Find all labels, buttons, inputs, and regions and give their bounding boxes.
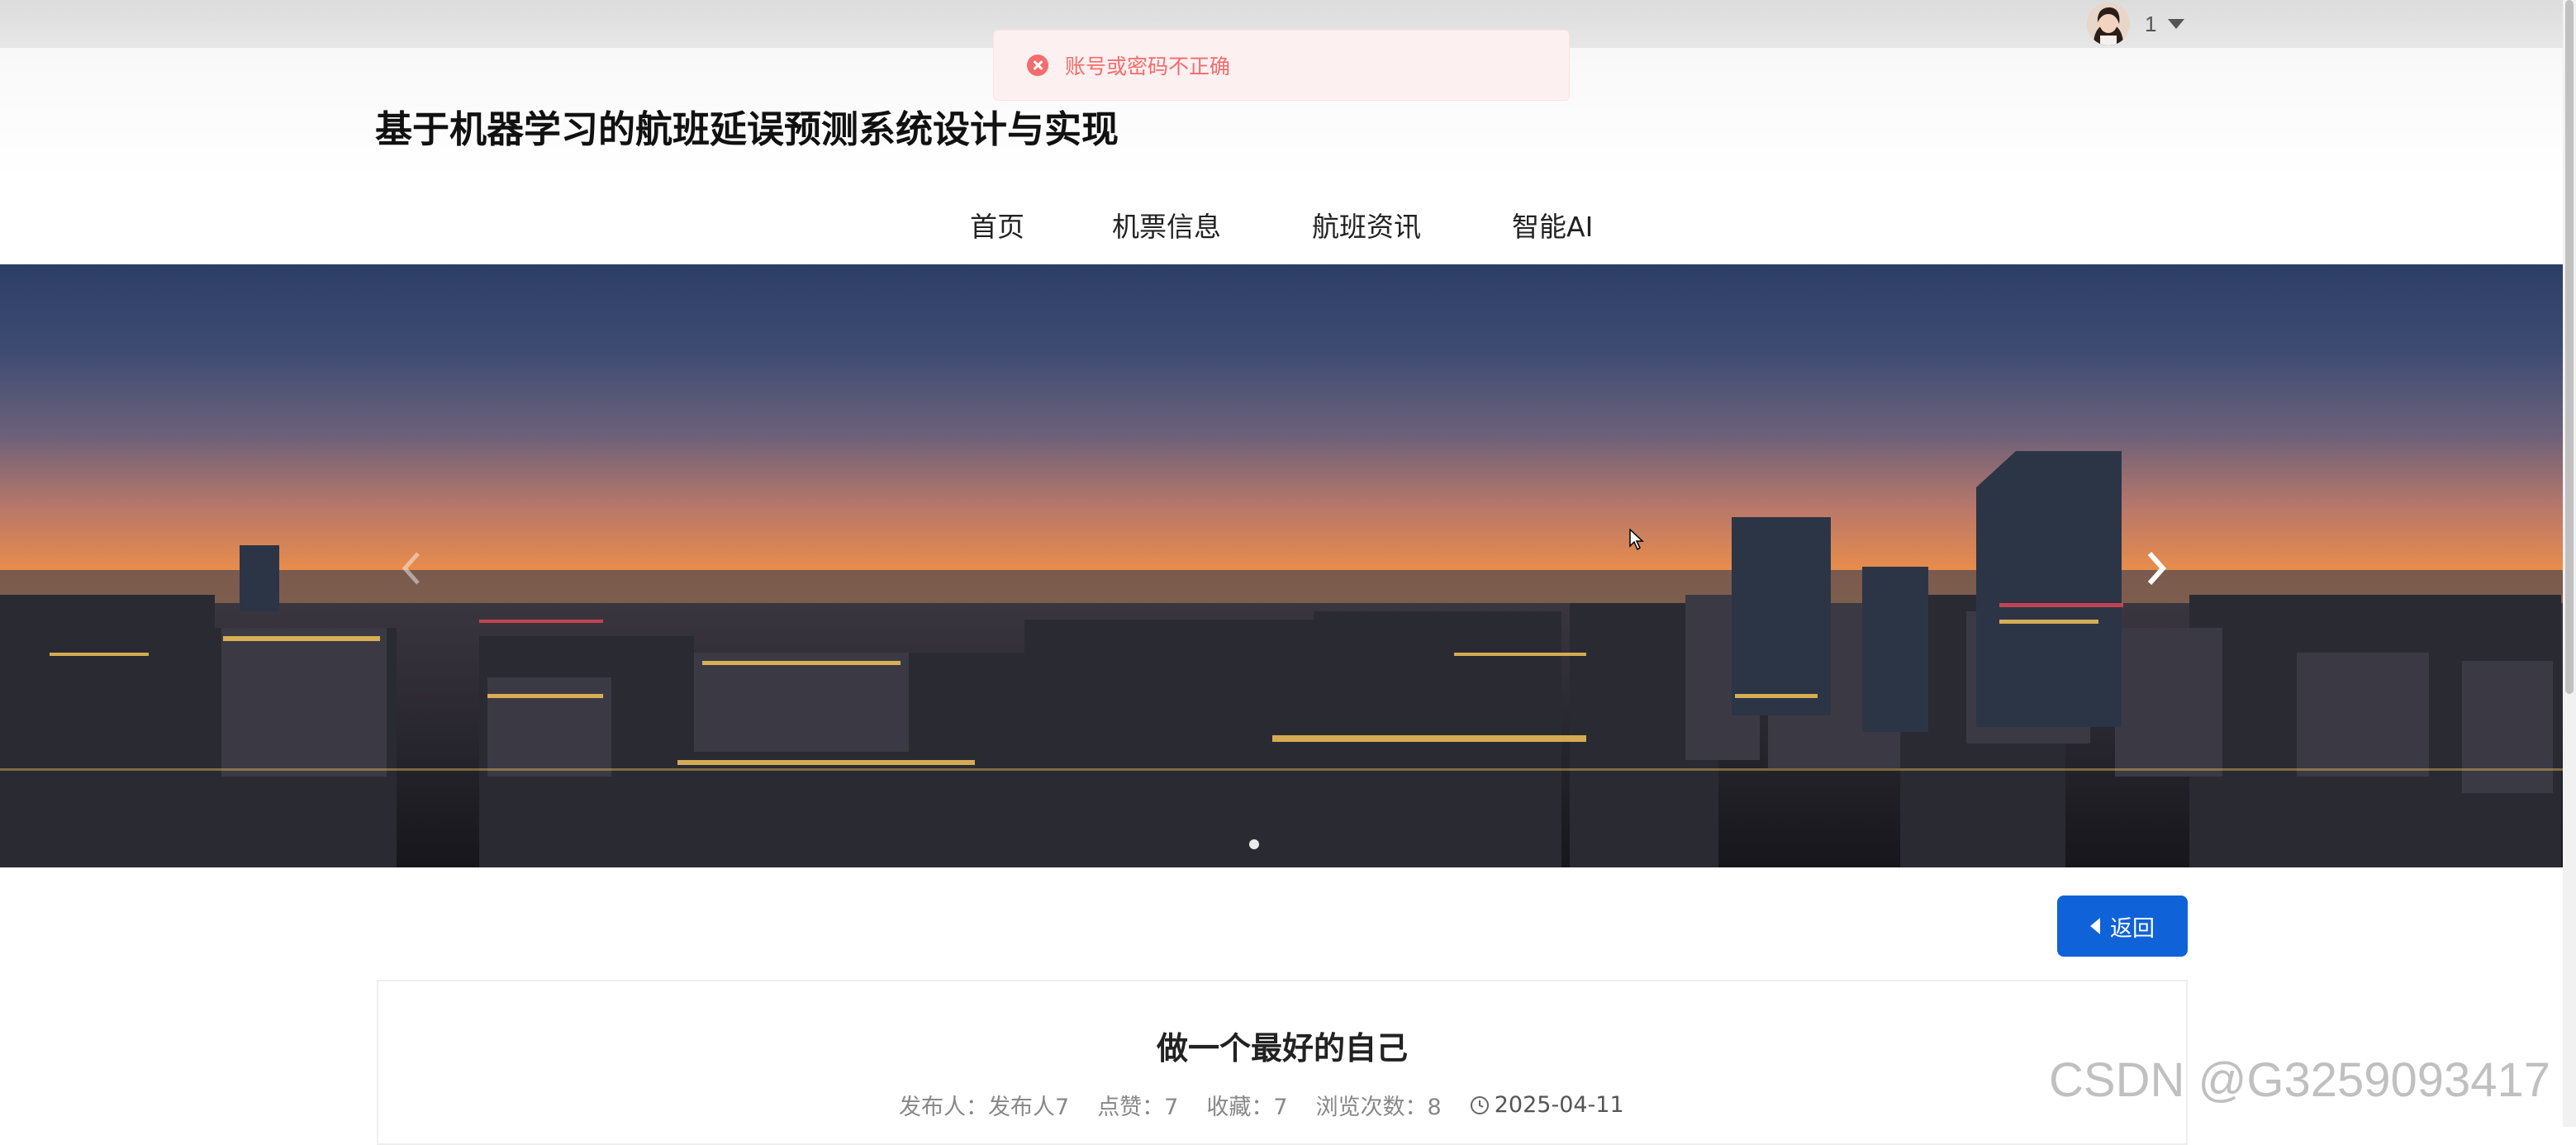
article-views: 浏览次数：8 — [1315, 1095, 1442, 1120]
article-date-group: 2025-04-11 — [1470, 1092, 1624, 1118]
caret-down-icon — [2168, 19, 2185, 29]
article-date: 2025-04-11 — [1494, 1092, 1624, 1118]
mouse-cursor-icon — [1629, 529, 1644, 550]
watermark: CSDN @G3259093417 — [2049, 1053, 2551, 1107]
error-toast: 账号或密码不正确 — [993, 30, 1570, 101]
carousel-dot[interactable] — [1249, 839, 1259, 849]
nav-item-home[interactable]: 首页 — [970, 205, 1024, 245]
caret-left-icon — [2090, 918, 2100, 934]
clock-icon — [1470, 1095, 1489, 1114]
chevron-left-icon[interactable] — [395, 549, 428, 588]
nav-item-ai[interactable]: 智能AI — [1512, 205, 1593, 245]
user-menu[interactable]: 1 — [2087, 2, 2185, 46]
page-scrollbar[interactable] — [2563, 0, 2576, 1127]
city-skyline-image — [0, 451, 2563, 867]
article-card: 做一个最好的自己 发布人：发布人7 点赞：7 收藏：7 浏览次数：8 2025-… — [377, 980, 2188, 1145]
username: 1 — [2145, 11, 2157, 36]
article-meta: 发布人：发布人7 点赞：7 收藏：7 浏览次数：8 2025-04-11 — [899, 1089, 1624, 1121]
back-button-label: 返回 — [2110, 915, 2155, 942]
article-favorites: 收藏：7 — [1206, 1095, 1288, 1120]
nav-item-tickets[interactable]: 机票信息 — [1112, 205, 1221, 245]
nav-item-flight-news[interactable]: 航班资讯 — [1312, 205, 1421, 245]
article-likes: 点赞：7 — [1097, 1095, 1179, 1120]
banner-carousel[interactable] — [0, 264, 2563, 867]
toast-message: 账号或密码不正确 — [1065, 55, 1231, 78]
avatar — [2087, 2, 2130, 45]
carousel-indicators — [1249, 839, 1259, 849]
back-button[interactable]: 返回 — [2057, 896, 2188, 957]
article-publisher: 发布人：发布人7 — [899, 1095, 1070, 1120]
error-circle-icon — [1027, 55, 1048, 76]
chevron-right-icon[interactable] — [2140, 549, 2173, 588]
site-title: 基于机器学习的航班延误预测系统设计与实现 — [375, 107, 1119, 151]
scrollbar-thumb[interactable] — [2565, 0, 2574, 694]
article-title: 做一个最好的自己 — [1156, 1030, 1408, 1067]
